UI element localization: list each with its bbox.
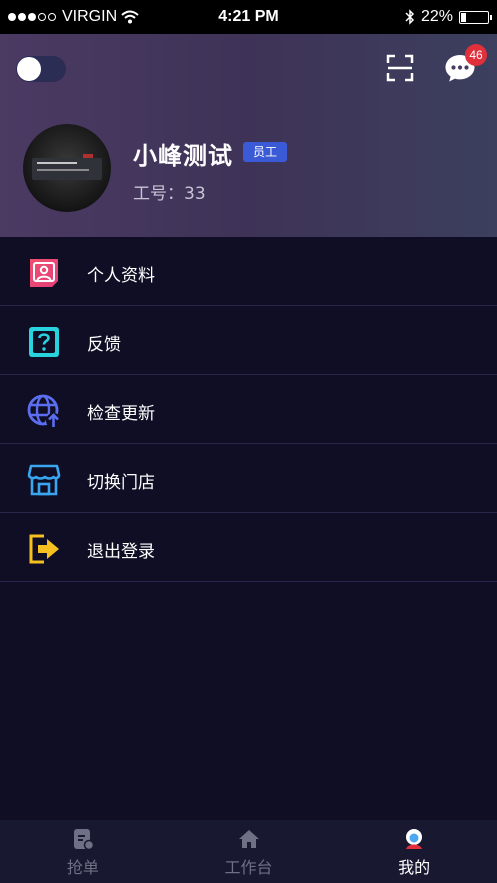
status-time: 4:21 PM <box>218 8 279 25</box>
tab-label-grab-order: 抢单 <box>66 858 99 877</box>
menu-item-logout[interactable]: 退出登录 <box>0 513 497 582</box>
battery-icon <box>459 10 492 24</box>
tab-grab-order[interactable]: 抢单 <box>0 820 166 883</box>
menu-item-switch-store[interactable]: 切换门店 <box>0 444 497 513</box>
profile-icon <box>30 259 58 287</box>
menu-label-logout: 退出登录 <box>87 542 155 562</box>
menu-label-check-update: 检查更新 <box>87 404 155 424</box>
theme-toggle[interactable] <box>16 56 66 82</box>
update-globe-icon <box>27 394 61 428</box>
menu-item-feedback[interactable]: 反馈 <box>0 306 497 375</box>
user-name: 小峰测试 <box>133 142 233 170</box>
employee-id: 工号：33 <box>133 184 206 204</box>
tab-label-mine: 我的 <box>398 858 431 877</box>
wifi-icon <box>121 10 139 24</box>
profile-header: 46 小峰测试 员工 工号：33 <box>0 34 497 237</box>
tab-label-workbench: 工作台 <box>224 858 273 877</box>
status-left: VIRGIN <box>8 8 139 26</box>
scan-icon[interactable] <box>386 54 414 82</box>
battery-level <box>461 12 466 22</box>
toggle-knob <box>17 57 41 81</box>
status-bar: VIRGIN 4:21 PM 22% <box>0 0 497 34</box>
menu-label-switch-store: 切换门店 <box>87 473 155 493</box>
menu-item-profile[interactable]: 个人资料 <box>0 237 497 306</box>
message-count-badge: 46 <box>465 44 487 66</box>
menu-item-check-update[interactable]: 检查更新 <box>0 375 497 444</box>
tab-workbench[interactable]: 工作台 <box>166 820 332 883</box>
battery-percent: 22% <box>420 8 453 25</box>
status-right: 22% <box>405 8 492 26</box>
home-icon <box>238 830 259 848</box>
menu-label-profile: 个人资料 <box>87 266 155 286</box>
carrier-label: VIRGIN <box>62 8 118 25</box>
tab-mine[interactable]: 我的 <box>331 820 497 883</box>
logout-icon <box>29 534 59 564</box>
bluetooth-icon <box>405 9 415 25</box>
menu-label-feedback: 反馈 <box>87 335 121 355</box>
signal-strength-icon <box>8 13 56 21</box>
bottom-tab-bar: 抢单 工作台 我的 <box>0 820 497 883</box>
clipboard-icon <box>73 829 94 850</box>
settings-menu: 个人资料 反馈 检查更新 切换门店 退出登录 <box>0 237 497 582</box>
feedback-icon <box>29 327 59 357</box>
person-icon <box>406 829 423 849</box>
avatar[interactable] <box>23 124 111 212</box>
role-badge: 员工 <box>243 142 288 162</box>
store-icon <box>27 464 61 496</box>
